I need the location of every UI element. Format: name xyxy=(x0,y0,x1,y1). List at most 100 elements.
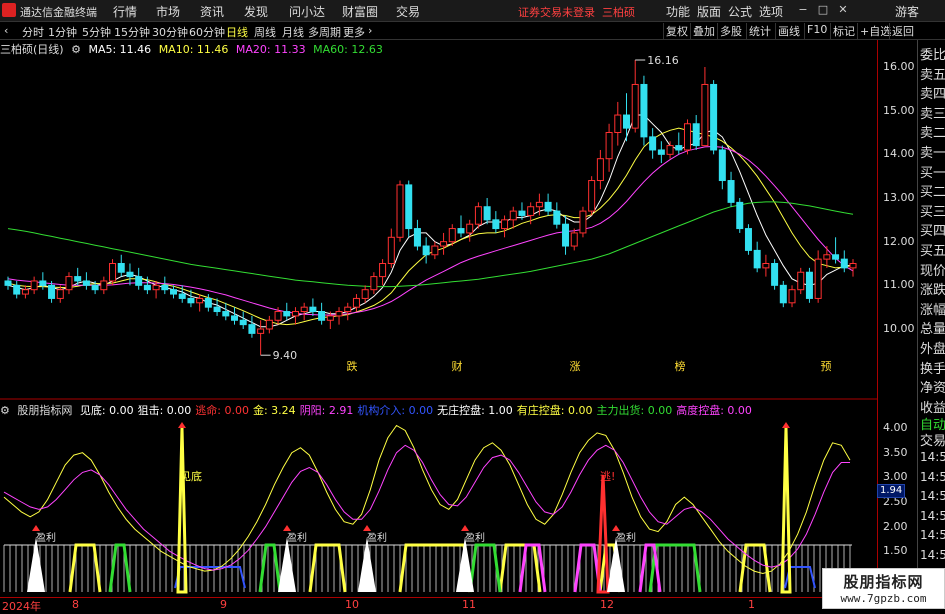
candle[interactable] xyxy=(109,259,117,286)
candle[interactable] xyxy=(718,145,726,190)
tool-f10[interactable]: F10 xyxy=(804,23,829,39)
indicator-settings-icon[interactable]: ⚙ xyxy=(0,404,10,417)
indicator-chart[interactable]: 见底 逃! 盈利 盈利 盈利 盈利 盈利 xyxy=(0,400,877,597)
candle[interactable] xyxy=(82,272,90,290)
candle[interactable] xyxy=(710,80,718,155)
candle[interactable] xyxy=(623,93,631,142)
quote-label-15[interactable]: 外盘 xyxy=(920,338,945,357)
candle[interactable] xyxy=(832,237,840,264)
quote-label-11[interactable]: 现价 xyxy=(920,260,945,279)
candle[interactable] xyxy=(657,141,665,164)
period-60min[interactable]: 60分钟 xyxy=(189,24,225,40)
trade-tab-1[interactable]: 交易 xyxy=(920,430,945,449)
candle[interactable] xyxy=(675,132,683,155)
candle[interactable] xyxy=(605,123,613,172)
candle[interactable] xyxy=(483,198,491,225)
tool-back[interactable]: 返回 xyxy=(889,23,916,39)
candle[interactable] xyxy=(126,263,134,286)
candle[interactable] xyxy=(370,272,378,295)
menu-formula[interactable]: 公式 xyxy=(728,3,752,20)
period-1min[interactable]: 1分钟 xyxy=(48,24,77,40)
quote-label-1[interactable]: 卖五 xyxy=(920,64,945,83)
candle[interactable] xyxy=(291,307,299,325)
period-daily[interactable]: 日线 xyxy=(226,24,248,40)
candle[interactable] xyxy=(683,119,691,155)
nav-back-icon[interactable]: ‹ xyxy=(4,24,8,37)
maximize-icon[interactable]: □ xyxy=(815,2,831,18)
tool-statistics[interactable]: 统计 xyxy=(746,23,773,39)
candle[interactable] xyxy=(21,285,29,299)
quote-label-17[interactable]: 净资 xyxy=(920,377,945,396)
event-marker-1[interactable]: 财 xyxy=(452,359,463,373)
menu-markets[interactable]: 市场 xyxy=(156,3,180,20)
candle[interactable] xyxy=(640,75,648,146)
candle[interactable] xyxy=(431,241,439,260)
candle[interactable] xyxy=(422,237,430,264)
candle[interactable] xyxy=(135,267,143,290)
candle[interactable] xyxy=(344,302,352,321)
menu-discover[interactable]: 发现 xyxy=(244,3,268,20)
candle[interactable] xyxy=(666,141,674,159)
close-icon[interactable]: ✕ xyxy=(835,2,851,18)
event-marker-2[interactable]: 涨 xyxy=(570,360,581,373)
candle[interactable] xyxy=(614,101,622,146)
candle[interactable] xyxy=(692,115,700,150)
quote-label-6[interactable]: 买一 xyxy=(920,162,945,181)
minimize-icon[interactable]: − xyxy=(795,2,811,18)
candle[interactable] xyxy=(553,202,561,229)
quote-label-2[interactable]: 卖四 xyxy=(920,83,945,102)
menu-wealth[interactable]: 财富圈 xyxy=(342,3,378,20)
candle[interactable] xyxy=(222,302,230,321)
quote-label-18[interactable]: 收益 xyxy=(920,397,945,416)
candle[interactable] xyxy=(413,219,421,251)
candle[interactable] xyxy=(631,60,639,133)
candle[interactable] xyxy=(509,206,517,229)
menu-function[interactable]: 功能 xyxy=(666,3,690,20)
candle[interactable] xyxy=(396,180,404,242)
candle[interactable] xyxy=(727,171,735,207)
candle[interactable] xyxy=(379,259,387,286)
quote-label-12[interactable]: 涨跌 xyxy=(920,279,945,298)
tool-mark[interactable]: 标记 xyxy=(830,23,857,39)
candle[interactable] xyxy=(457,215,465,238)
candle[interactable] xyxy=(65,272,73,295)
candle[interactable] xyxy=(596,149,604,190)
candle[interactable] xyxy=(544,193,552,216)
candle[interactable] xyxy=(309,298,317,316)
tool-multi-stock[interactable]: 多股 xyxy=(717,23,744,39)
event-marker-0[interactable]: 跌 xyxy=(347,359,358,373)
candle[interactable] xyxy=(492,211,500,233)
candle[interactable] xyxy=(283,302,291,321)
candle[interactable] xyxy=(100,276,108,295)
tool-restore-rights[interactable]: 复权 xyxy=(663,23,690,39)
candle[interactable] xyxy=(196,294,204,312)
tool-add-watch[interactable]: +自选 xyxy=(857,23,893,39)
candle[interactable] xyxy=(230,307,238,325)
quote-label-16[interactable]: 换手 xyxy=(920,358,945,377)
quote-label-14[interactable]: 总量 xyxy=(920,318,945,337)
candle[interactable] xyxy=(701,67,709,147)
menu-layout[interactable]: 版面 xyxy=(697,3,721,20)
candle[interactable] xyxy=(771,259,779,290)
menu-news[interactable]: 资讯 xyxy=(200,3,224,20)
candle[interactable] xyxy=(405,180,413,238)
period-multi[interactable]: 多周期 xyxy=(308,24,341,40)
candle[interactable] xyxy=(161,276,169,295)
candle[interactable] xyxy=(744,224,752,255)
candle[interactable] xyxy=(753,241,761,273)
quote-label-10[interactable]: 买五 xyxy=(920,240,945,259)
candle[interactable] xyxy=(649,128,657,159)
candle[interactable] xyxy=(248,315,256,338)
candle[interactable] xyxy=(788,285,796,308)
candle[interactable] xyxy=(588,176,596,216)
candle[interactable] xyxy=(562,215,570,255)
quote-label-0[interactable]: 委比 xyxy=(920,44,945,63)
quote-label-8[interactable]: 买三 xyxy=(920,201,945,220)
candle[interactable] xyxy=(361,285,369,303)
candle[interactable] xyxy=(13,280,21,299)
menu-market[interactable]: 行情 xyxy=(113,3,137,20)
candle[interactable] xyxy=(300,302,308,321)
more-chevron-icon[interactable]: › xyxy=(368,24,372,37)
candlestick-chart[interactable]: 跌 财 涨 榜 预 16.16 9.40 xyxy=(0,40,877,400)
candle[interactable] xyxy=(762,254,770,277)
